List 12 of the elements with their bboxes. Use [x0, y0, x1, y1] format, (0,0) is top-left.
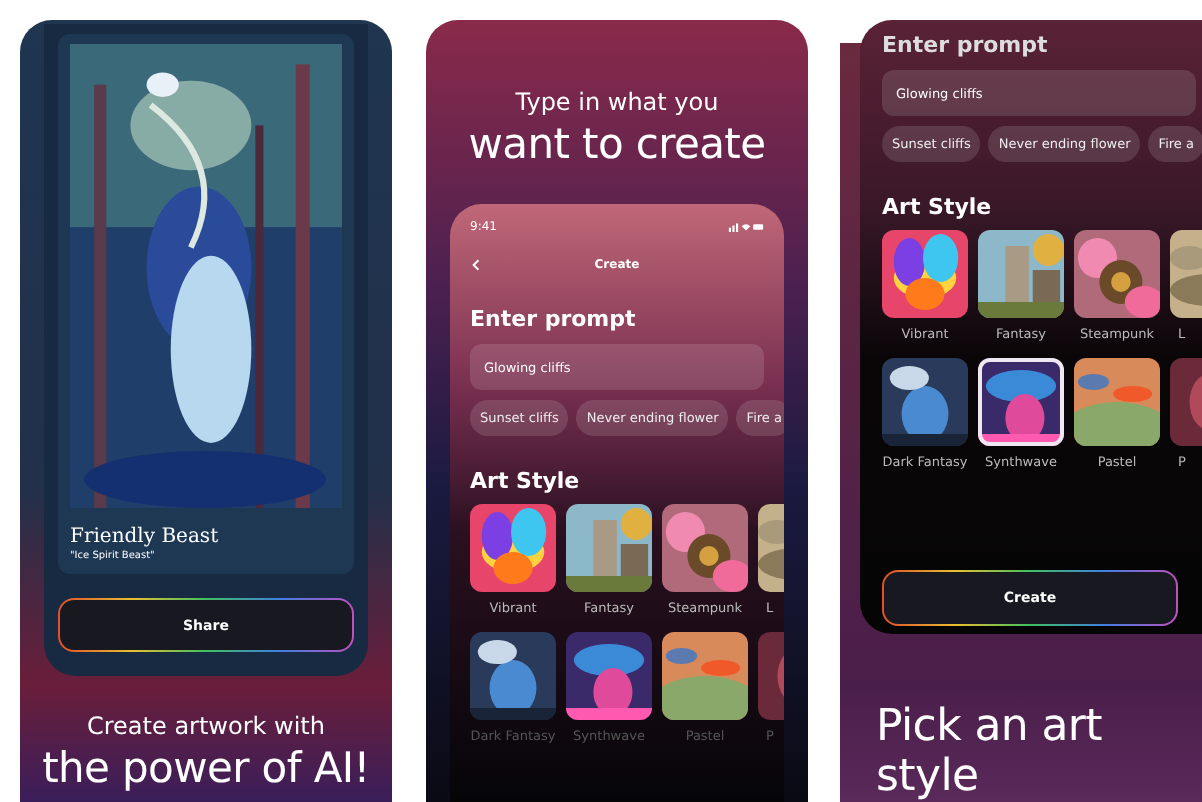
- back-icon[interactable]: [472, 257, 480, 271]
- caption: Type in what you: [515, 88, 719, 116]
- caption-heading: Pick an art style: [876, 702, 1104, 802]
- section-heading: Art Style: [882, 194, 994, 220]
- section-heading: Art Style: [470, 468, 582, 494]
- section-heading: Enter prompt: [470, 306, 638, 332]
- caption-heading: the power of AI!: [42, 744, 370, 792]
- artwork-title: Friendly Beast: [70, 526, 221, 548]
- caption: Create artwork with: [87, 712, 325, 740]
- caption-heading: want to create: [468, 120, 766, 168]
- section-heading: Enter prompt: [882, 32, 1050, 58]
- status-icons: [728, 221, 764, 231]
